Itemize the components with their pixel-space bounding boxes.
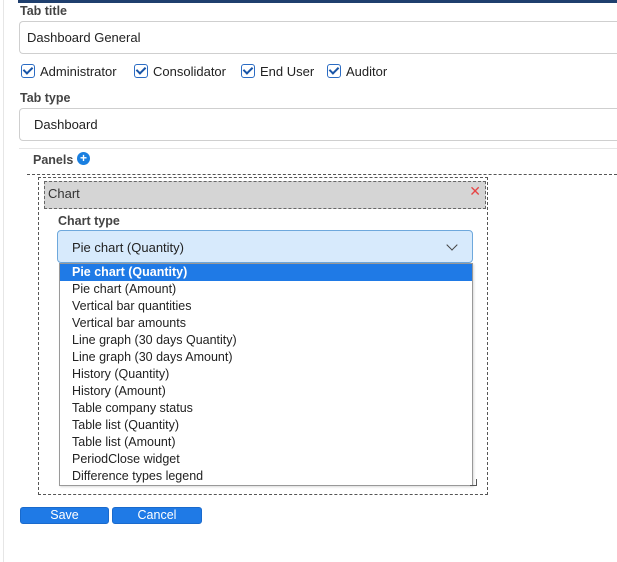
divider [19, 148, 617, 149]
tab-title-value: Dashboard General [27, 30, 141, 45]
cancel-button[interactable]: Cancel [112, 507, 202, 524]
chart-type-select[interactable]: Pie chart (Quantity) [57, 230, 473, 263]
tab-type-value: Dashboard [34, 117, 98, 132]
checkbox-checked-icon[interactable] [134, 64, 148, 78]
role-administrator[interactable]: Administrator [21, 64, 117, 79]
chevron-down-icon[interactable] [446, 239, 458, 251]
option-vertical-bar-quantities[interactable]: Vertical bar quantities [60, 298, 472, 315]
option-history-quantity[interactable]: History (Quantity) [60, 366, 472, 383]
option-history-amount[interactable]: History (Amount) [60, 383, 472, 400]
resize-handle-icon[interactable] [470, 479, 477, 486]
option-pie-chart-quantity[interactable]: Pie chart (Quantity) [60, 264, 472, 281]
tab-title-input[interactable]: Dashboard General [19, 21, 617, 54]
option-difference-types-legend[interactable]: Difference types legend [60, 468, 472, 485]
chart-panel-header: Chart ✕ [44, 181, 486, 209]
panels-label: Panels [33, 153, 74, 167]
tab-type-label: Tab type [20, 91, 71, 105]
option-table-list-amount[interactable]: Table list (Amount) [60, 434, 472, 451]
tab-type-select[interactable]: Dashboard [19, 108, 617, 141]
close-icon[interactable]: ✕ [469, 183, 481, 200]
option-table-company-status[interactable]: Table company status [60, 400, 472, 417]
option-table-list-quantity[interactable]: Table list (Quantity) [60, 417, 472, 434]
panels-container-border [27, 174, 617, 175]
top-accent-bar [18, 0, 617, 3]
role-consolidator[interactable]: Consolidator [134, 64, 226, 79]
tab-title-label: Tab title [20, 4, 67, 18]
option-periodclose-widget[interactable]: PeriodClose widget [60, 451, 472, 468]
checkbox-checked-icon[interactable] [241, 64, 255, 78]
option-line-graph-quantity[interactable]: Line graph (30 days Quantity) [60, 332, 472, 349]
chart-type-label: Chart type [58, 214, 120, 228]
checkbox-checked-icon[interactable] [327, 64, 341, 78]
option-pie-chart-amount[interactable]: Pie chart (Amount) [60, 281, 472, 298]
role-auditor[interactable]: Auditor [327, 64, 387, 79]
chart-panel-title: Chart [48, 186, 80, 201]
option-line-graph-amount[interactable]: Line graph (30 days Amount) [60, 349, 472, 366]
left-border [3, 0, 4, 562]
role-end-user[interactable]: End User [241, 64, 314, 79]
chart-type-selected: Pie chart (Quantity) [72, 240, 184, 255]
checkbox-checked-icon[interactable] [21, 64, 35, 78]
chart-type-options: Pie chart (Quantity) Pie chart (Amount) … [59, 263, 473, 486]
save-button[interactable]: Save [20, 507, 109, 524]
plus-circle-icon[interactable]: + [77, 152, 90, 165]
option-vertical-bar-amounts[interactable]: Vertical bar amounts [60, 315, 472, 332]
